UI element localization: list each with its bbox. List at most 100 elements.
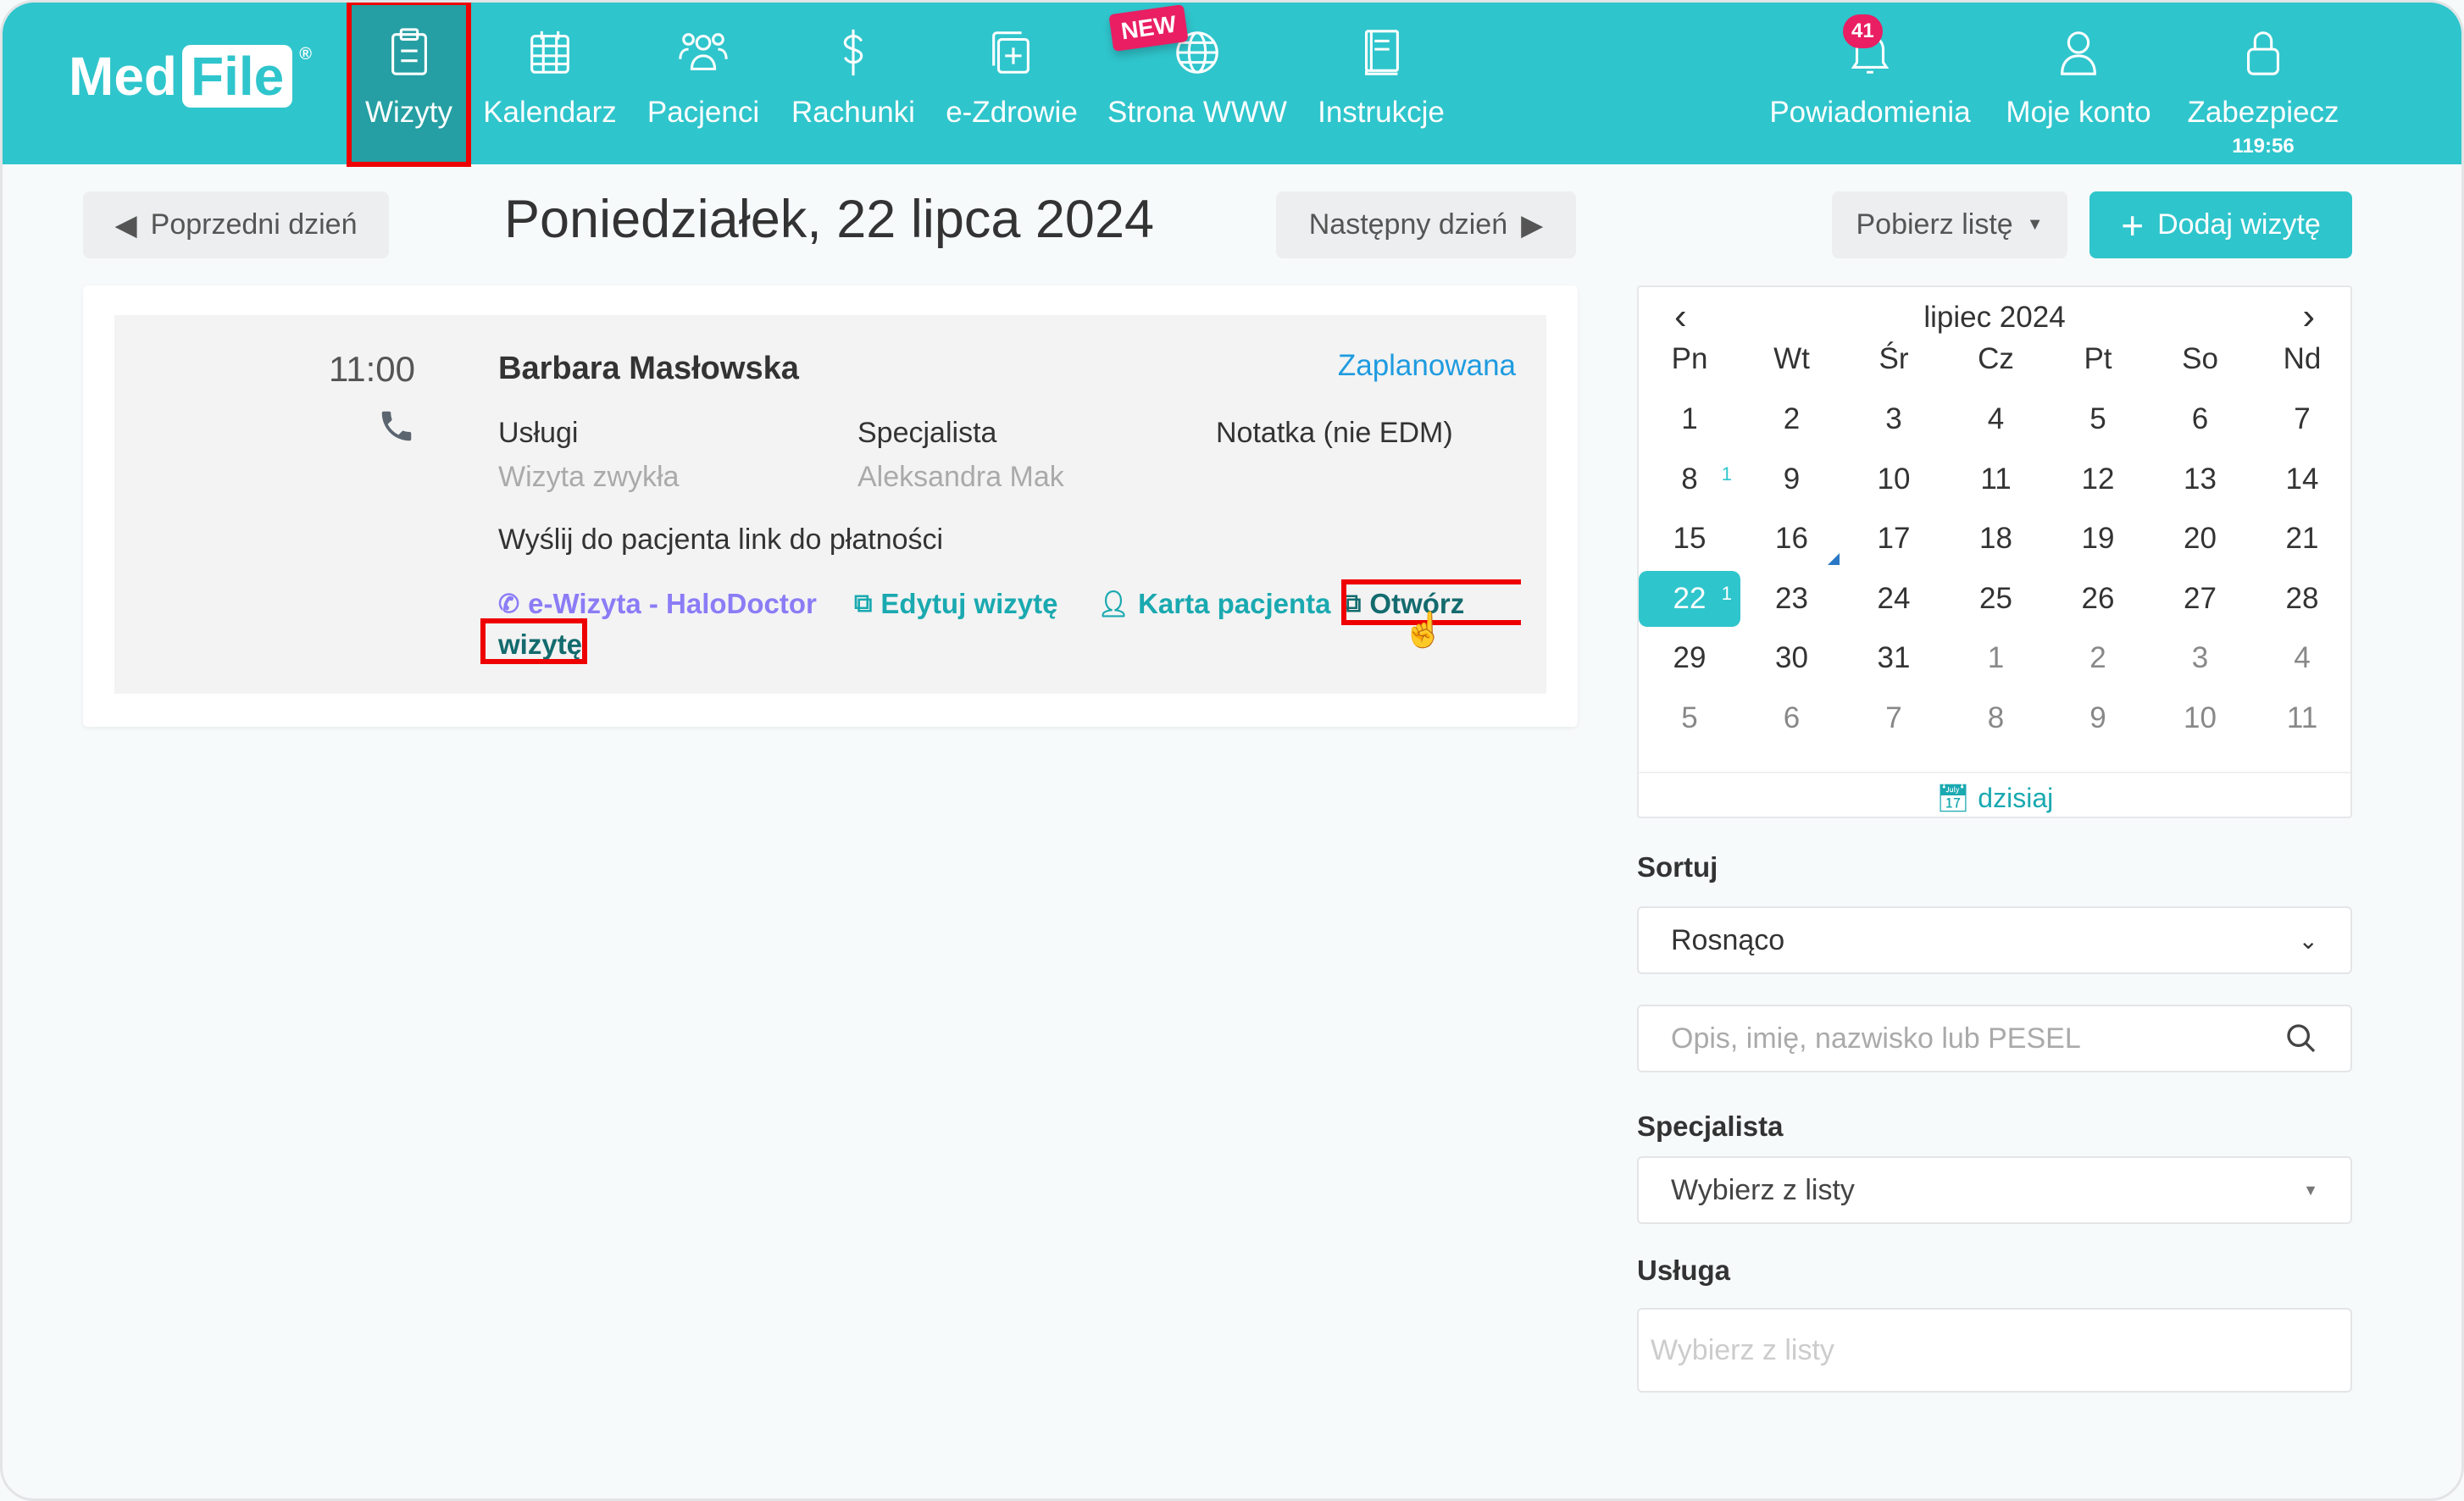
calendar-day[interactable]: 2 — [2047, 630, 2149, 686]
calendar-day[interactable]: 11 — [2251, 690, 2353, 746]
plus-icon: + — [2121, 202, 2145, 247]
calendar-day[interactable]: 1 — [1639, 391, 1740, 447]
calendar-day[interactable]: 14 — [2251, 451, 2353, 507]
calendar-day[interactable]: 24 — [1843, 571, 1945, 627]
mini-calendar: ‹ lipiec 2024 › Pn Wt Śr Cz Pt So Nd 1 2 3 4 5 6 7 8 1 9… — [1637, 285, 2352, 818]
sort-label: Sortuj — [1637, 851, 1718, 883]
ewizyta-link[interactable]: ✆ e-Wizyta - HaloDoctor — [498, 588, 817, 620]
calendar-day[interactable]: 22 1 — [1639, 570, 1740, 627]
calendar-icon — [530, 30, 569, 74]
download-list-button[interactable]: Pobierz listę ▼ — [1832, 191, 2067, 258]
top-navbar: Med File ® Wizyty Kalendarz Pacjenci Rachunki… — [3, 3, 2461, 167]
calendar-day[interactable]: 4 — [2251, 630, 2353, 686]
user-icon — [2061, 31, 2096, 75]
sort-select[interactable]: Rosnąco ⌄ — [1637, 906, 2352, 974]
next-day-button[interactable]: Następny dzień ▶ — [1276, 191, 1576, 258]
day-number: 9 — [1783, 462, 1801, 496]
calendar-day[interactable]: 6 — [1741, 690, 1843, 746]
calendar-day[interactable]: 12 — [2047, 451, 2149, 507]
weekday-header: Wt — [1773, 342, 1810, 375]
calendar-day[interactable]: 28 — [2251, 571, 2353, 627]
calendar-day[interactable]: 3 — [1843, 391, 1945, 447]
calendar-day[interactable]: 81 — [1639, 451, 1740, 507]
calendar-day[interactable]: 3 — [2150, 630, 2251, 686]
search-icon[interactable] — [2284, 1022, 2318, 1055]
calendar-day[interactable]: 4 — [1945, 391, 2047, 447]
calendar-day[interactable]: 30 — [1741, 630, 1843, 686]
calendar-day[interactable]: 13 — [2150, 451, 2251, 507]
clipboard-icon — [391, 28, 427, 75]
calendar-day[interactable]: 9 — [2047, 690, 2149, 746]
day-number: 18 — [1979, 522, 2012, 555]
nav-item-moje-konto[interactable]: Moje konto — [2002, 3, 2155, 164]
visit-time: 11:00 — [329, 349, 415, 389]
specialist-select[interactable]: Wybierz z listy ▼ — [1637, 1156, 2352, 1224]
calendar-day[interactable]: 15 — [1639, 511, 1740, 567]
today-button[interactable]: 📅︎ dzisiaj — [1639, 772, 2350, 814]
calendar-day[interactable]: 1 — [1945, 630, 2047, 686]
weekday-header: Pt — [2084, 342, 2112, 375]
calendar-day[interactable]: 5 — [2047, 391, 2149, 447]
ewizyta-label: e-Wizyta - HaloDoctor — [528, 588, 817, 619]
users-icon — [679, 33, 728, 70]
calendar-day[interactable]: 21 — [2251, 511, 2353, 567]
calendar-day[interactable]: 31 — [1843, 630, 1945, 686]
calendar-day[interactable]: 5 — [1639, 690, 1740, 746]
nav-item-rachunki[interactable]: Rachunki — [777, 3, 930, 164]
day-number: 19 — [2081, 522, 2115, 555]
search-placeholder: Opis, imię, nazwisko lub PESEL — [1671, 1022, 2081, 1055]
calendar-day[interactable]: 16 — [1741, 511, 1843, 567]
nav-item-powiadomienia[interactable]: Powiadomienia 41 — [1769, 3, 1971, 164]
nav-item-wizyty[interactable]: Wizyty — [347, 3, 471, 167]
edit-visit-link[interactable]: ⧉ Edytuj wizytę — [854, 588, 1057, 620]
caret-down-icon: ▼ — [2303, 1181, 2318, 1199]
day-number: 27 — [2184, 581, 2217, 615]
specialist-label: Specjalista — [857, 417, 997, 449]
day-number: 25 — [1979, 581, 2012, 615]
calendar-day[interactable]: 2 — [1741, 391, 1843, 447]
calendar-day[interactable]: 17 — [1843, 511, 1945, 567]
day-number: 7 — [2294, 402, 2311, 435]
calendar-day[interactable]: 10 — [2150, 690, 2251, 746]
user-outline-icon: 👤︎ — [1097, 590, 1130, 618]
next-day-label: Następny dzień — [1308, 208, 1508, 241]
add-visit-button[interactable]: + Dodaj wizytę — [2089, 191, 2352, 258]
calendar-day[interactable]: 27 — [2150, 571, 2251, 627]
nav-item-e-zdrowie[interactable]: e-Zdrowie — [935, 3, 1088, 164]
nav-item-kalendarz[interactable]: Kalendarz — [474, 3, 626, 164]
medfile-logo[interactable]: Med File ® — [69, 45, 312, 108]
previous-day-button[interactable]: ◀ Poprzedni dzień — [83, 191, 389, 258]
day-number: 29 — [1673, 641, 1706, 674]
logo-text: Med — [69, 46, 177, 107]
calendar-day[interactable]: 23 — [1741, 571, 1843, 627]
service-input[interactable]: Wybierz z listy — [1637, 1308, 2352, 1393]
patient-name[interactable]: Barbara Masłowska — [498, 351, 799, 387]
day-number: 5 — [2089, 402, 2106, 435]
lock-icon — [2247, 31, 2279, 75]
calendar-day[interactable]: 19 — [2047, 511, 2149, 567]
nav-item-zabezpiecz[interactable]: Zabezpiecz 119:56 — [2187, 3, 2339, 164]
nav-item-instrukcje[interactable]: Instrukcje — [1305, 3, 1457, 164]
nav-item-pacjenci[interactable]: Pacjenci — [627, 3, 780, 164]
calendar-day[interactable]: 26 — [2047, 571, 2149, 627]
payment-link-button[interactable]: Wyślij do pacjenta link do płatności — [498, 523, 943, 557]
patient-card-link[interactable]: 👤︎ Karta pacjenta — [1097, 588, 1331, 620]
calendar-day[interactable]: 29 — [1639, 630, 1740, 686]
calendar-day[interactable]: 8 — [1945, 690, 2047, 746]
calendar-day[interactable]: 20 — [2150, 511, 2251, 567]
day-number: 2 — [1783, 402, 1801, 435]
calendar-day[interactable]: 25 — [1945, 571, 2047, 627]
calendar-day[interactable]: 10 — [1843, 451, 1945, 507]
calendar-day[interactable]: 7 — [2251, 391, 2353, 447]
book-icon — [1365, 30, 1399, 75]
calendar-day[interactable]: 11 — [1945, 451, 2047, 507]
services-value: Wizyta zwykła — [498, 461, 680, 493]
logo-text-file: File — [182, 45, 293, 108]
calendar-day[interactable]: 7 — [1843, 690, 1945, 746]
calendar-day[interactable]: 18 — [1945, 511, 2047, 567]
calendar-day[interactable]: 9 — [1741, 451, 1843, 507]
notification-count-badge: 41 — [1843, 14, 1883, 48]
calendar-day[interactable]: 6 — [2150, 391, 2251, 447]
day-number: 7 — [1885, 701, 1902, 734]
search-input[interactable]: Opis, imię, nazwisko lub PESEL — [1637, 1005, 2352, 1072]
